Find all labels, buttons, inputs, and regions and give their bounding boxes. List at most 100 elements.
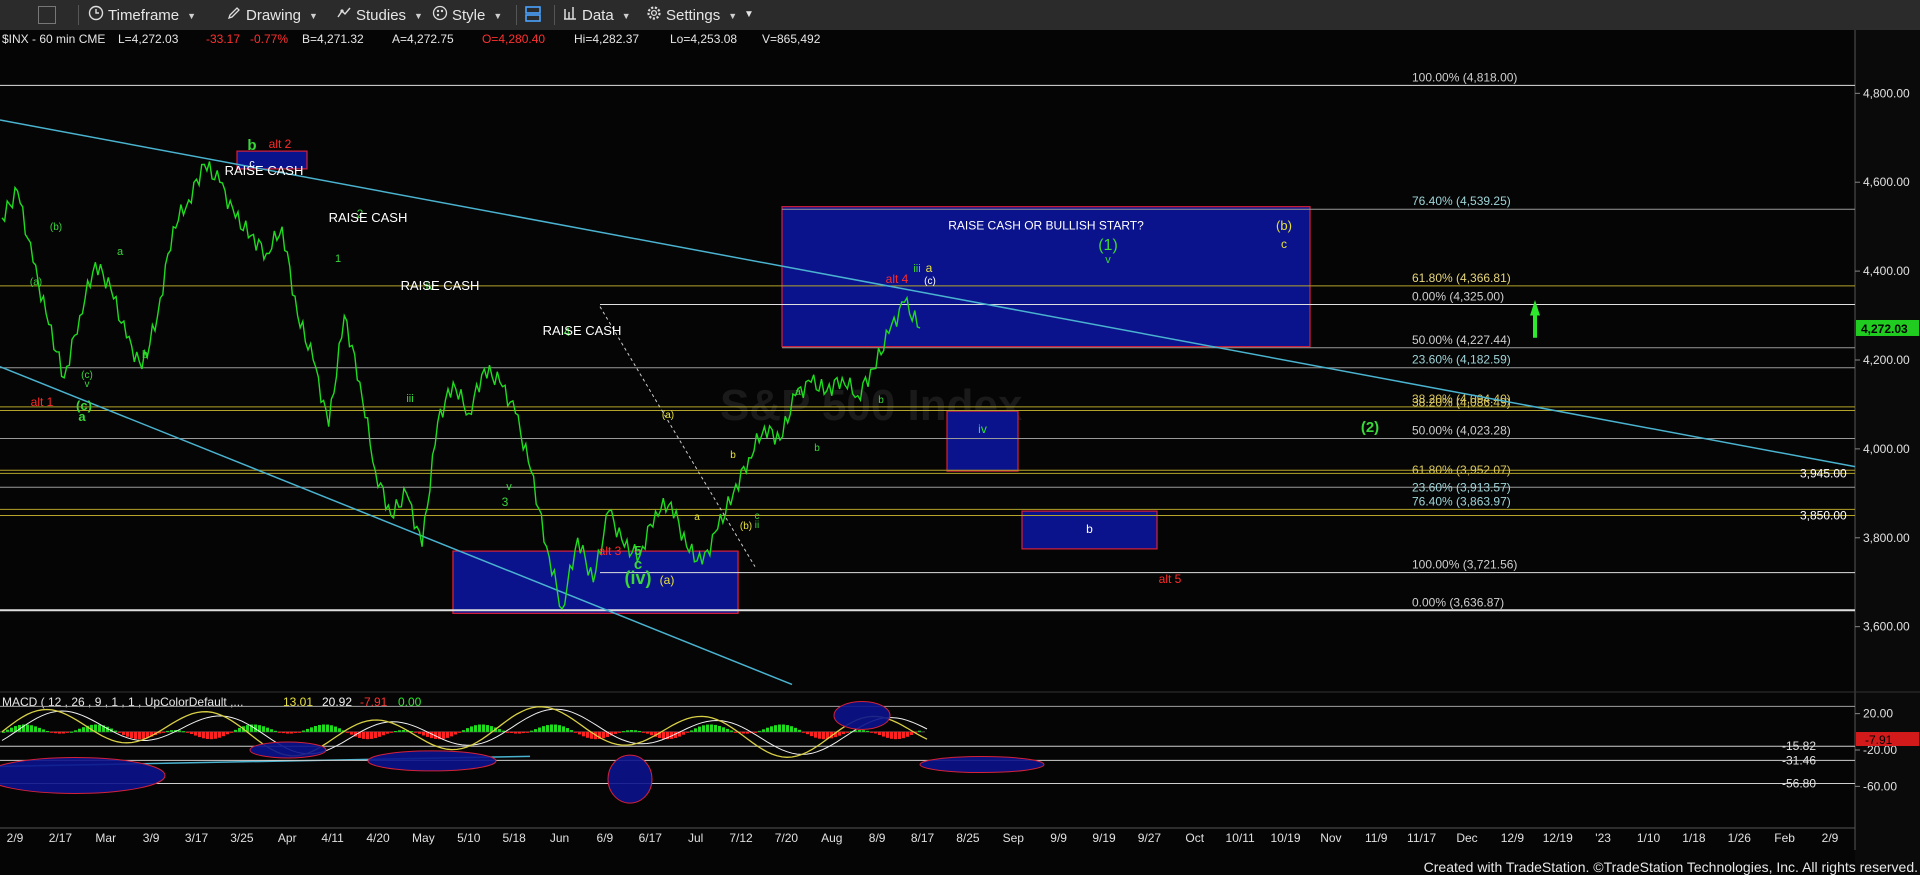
style-button[interactable]: Style ▼ [432,5,502,25]
wave-label: RAISE CASH [543,323,622,338]
symbol-header: $INX - 60 min CME [2,32,105,46]
x-tick-label: 3/17 [185,831,209,845]
bar-chart-icon [562,5,578,27]
macd-histogram-bar [350,731,353,735]
wave-label: RAISE CASH [329,210,408,225]
wave-label: alt 2 [269,137,292,151]
macd-histogram-bar [626,730,629,732]
macd-histogram-bar [726,728,729,732]
macd-histogram-bar [806,731,809,735]
wave-label: (c) [924,276,936,287]
macd-histogram-bar [334,726,337,732]
macd-histogram-bar [122,731,125,735]
macd-histogram-bar [730,730,733,732]
macd-histogram-bar [162,731,165,733]
wave-label: b [814,443,820,454]
macd-histogram-bar [38,727,41,732]
macd-histogram-bar [614,731,617,734]
wave-label: a [795,387,801,398]
macd-histogram-bar [742,731,745,734]
macd-ellipse [249,741,327,759]
box-label: b [1086,522,1093,536]
macd-histogram-bar [722,727,725,732]
macd-histogram-bar [498,729,501,732]
quote-value: Lo=4,253.08 [670,32,737,46]
macd-histogram-bar [294,731,297,733]
wave-label: 1 [335,253,341,265]
fib-label: 23.60% (4,182.59) [1412,353,1511,367]
macd-histogram-bar [298,731,301,733]
macd-histogram-bar [618,731,621,733]
studies-button[interactable]: Studies ▼ [336,5,423,25]
chevron-down-icon: ▼ [728,11,738,21]
layout-button[interactable] [524,5,546,25]
wave-label: alt 4 [886,272,909,286]
macd-histogram-bar [526,731,529,733]
x-tick-label: 1/18 [1682,831,1706,845]
timeframe-button[interactable]: Timeframe ▼ [88,5,196,25]
data-button[interactable]: Data ▼ [562,5,631,25]
macd-histogram-bar [26,724,29,732]
macd-histogram-bar [734,731,737,733]
fib-label: 50.00% (4,023.28) [1412,424,1511,438]
macd-histogram-bar [346,731,349,733]
x-tick-label: 6/17 [639,831,663,845]
macd-histogram-bar [70,731,73,733]
macd-histogram-bar [466,728,469,732]
x-tick-label: 7/20 [775,831,799,845]
x-tick-label: 3/25 [230,831,254,845]
quote-value: -0.77% [250,32,288,46]
macd-histogram-bar [718,725,721,732]
macd-histogram-bar [890,731,893,739]
macd-histogram-bar [810,731,813,737]
macd-histogram-bar [878,731,881,736]
macd-histogram-bar [578,731,581,735]
macd-histogram-bar [694,728,697,732]
wave-label: (b) [50,222,62,233]
macd-ellipse [367,750,497,772]
wave-label: (a) [660,573,675,587]
fib-label: 76.40% (4,539.25) [1412,194,1511,208]
macd-histogram-bar [894,731,897,740]
macd-histogram-bar [486,725,489,732]
macd-level-label: -31.46 [1782,753,1816,767]
macd-histogram-bar [898,731,901,739]
drawing-button[interactable]: Drawing ▼ [226,5,318,25]
x-tick-label: 6/9 [597,831,614,845]
macd-histogram-bar [114,730,117,732]
chevron-down-icon: ▼ [414,11,423,21]
wave-label: (1) [1098,237,1118,254]
macd-histogram-bar [706,724,709,732]
macd-histogram-bar [374,731,377,739]
settings-label: Settings [666,6,721,24]
macd-histogram-bar [78,728,81,732]
macd-histogram-bar [514,731,517,734]
window-icon[interactable] [38,6,56,24]
more-icon[interactable]: ▼ [744,5,754,25]
price-chart[interactable]: S&P 500 Index$INX - 60 min CME L=4,272.0… [0,30,1920,875]
settings-button[interactable]: Settings ▼ [646,5,737,25]
x-tick-label: 11/9 [1365,831,1388,845]
macd-histogram-bar [186,731,189,733]
macd-histogram-bar [646,731,649,734]
macd-histogram-bar [686,731,689,733]
macd-histogram-bar [842,731,845,735]
macd-histogram-bar [454,731,457,735]
macd-histogram-bar [478,724,481,732]
x-tick-label: Jul [688,831,703,845]
macd-histogram-bar [762,729,765,732]
y-tick-label: 4,000.00 [1863,442,1910,456]
macd-histogram-bar [634,730,637,732]
macd-histogram-bar [546,725,549,732]
macd-histogram-bar [906,731,909,737]
macd-histogram-bar [554,724,557,732]
wave-label: alt 3 [599,544,622,558]
macd-histogram-bar [290,731,293,734]
clock-icon [88,5,104,27]
macd-histogram-bar [822,731,825,740]
wave-label: (2) [1361,419,1379,436]
wave-label: 3 [502,495,509,509]
x-tick-label: Oct [1185,831,1204,845]
macd-histogram-bar [858,730,861,732]
macd-histogram-bar [602,731,605,739]
